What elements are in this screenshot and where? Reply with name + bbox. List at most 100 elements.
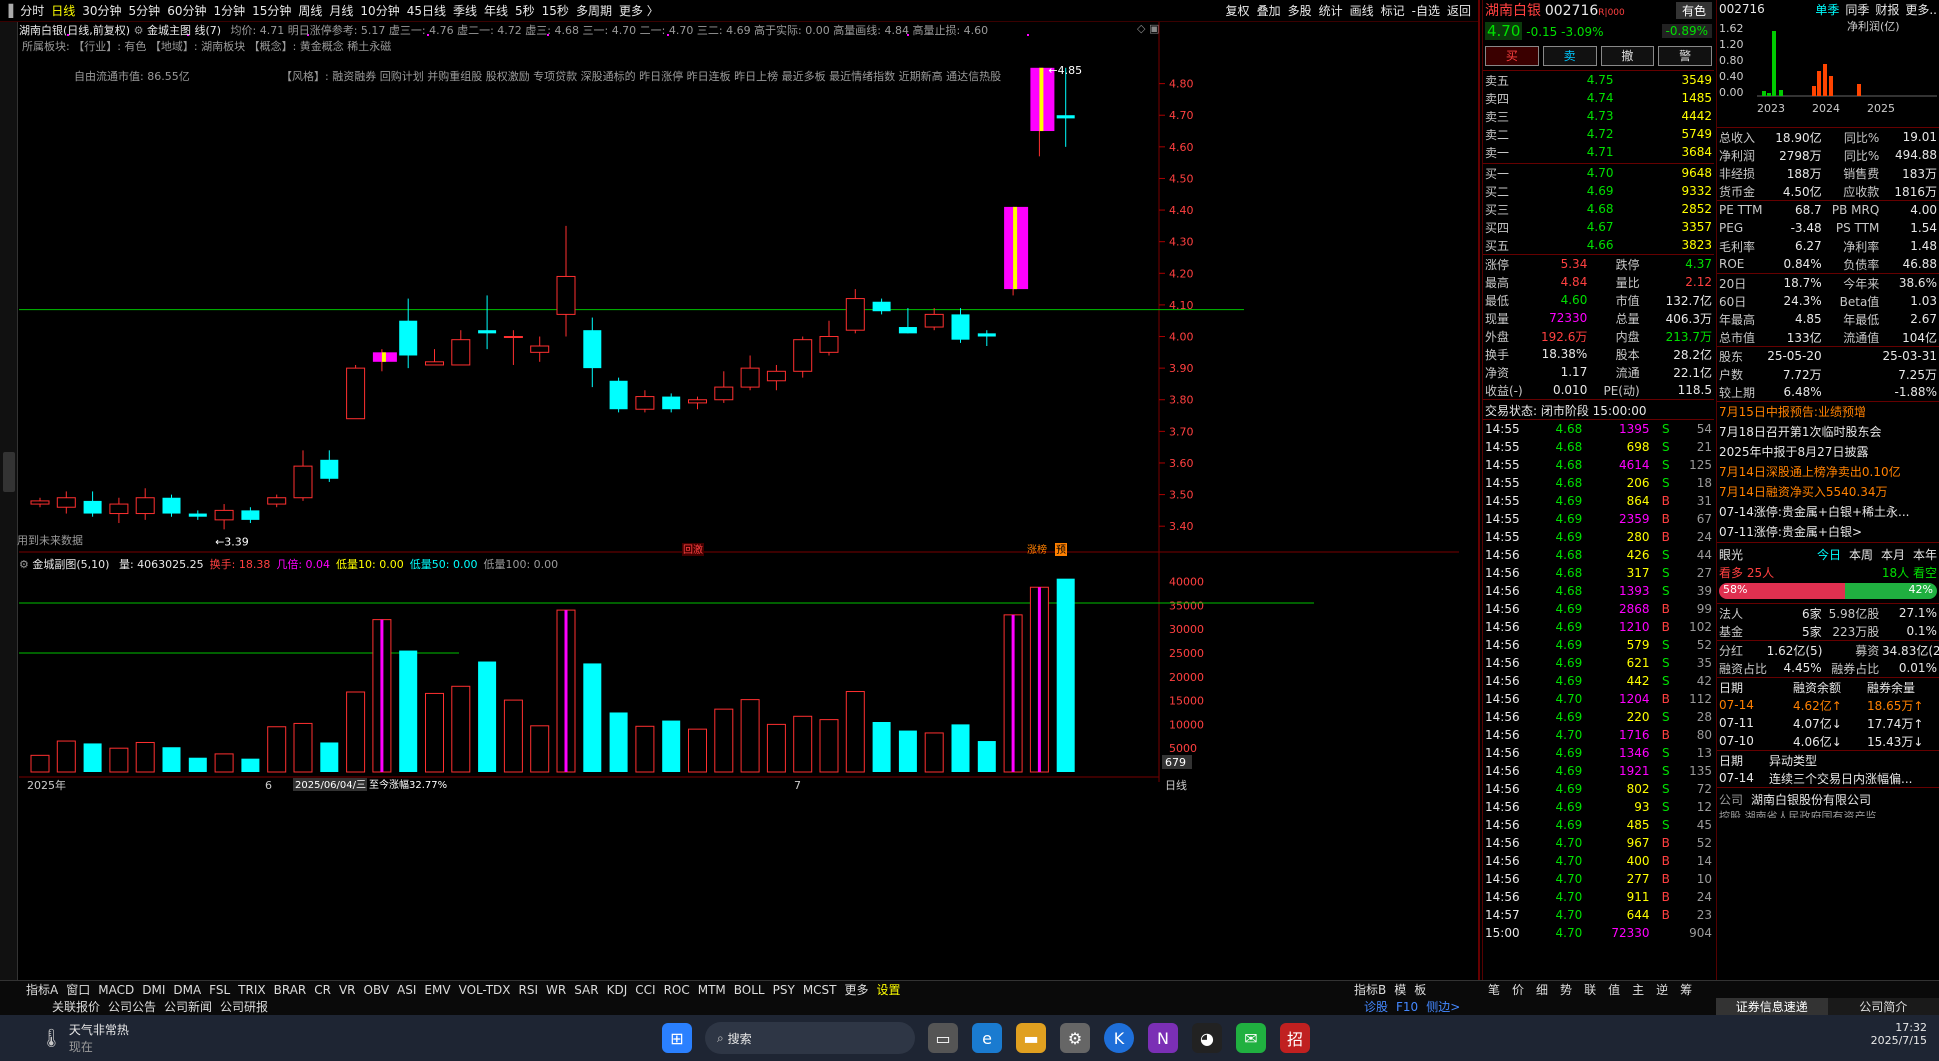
- news-item[interactable]: 7月14日融资净买入5540.34万: [1717, 482, 1939, 502]
- period-tab[interactable]: 月线: [329, 2, 353, 19]
- bottom-right-tab[interactable]: F10: [1392, 1000, 1422, 1014]
- news-item[interactable]: 07-11涨停:贵金属+白银>: [1717, 522, 1939, 542]
- indicator-tab[interactable]: RSI: [515, 983, 543, 997]
- top-menu-item[interactable]: 叠加: [1257, 2, 1281, 19]
- search-box[interactable]: ⌕ 搜索: [705, 1022, 915, 1054]
- settings-icon[interactable]: ⚙: [1060, 1023, 1090, 1053]
- indicator-tab[interactable]: BOLL: [730, 983, 769, 997]
- indicator-tab[interactable]: SAR: [570, 983, 602, 997]
- eye-tab[interactable]: 本年: [1913, 546, 1937, 563]
- trade-button[interactable]: 买: [1485, 46, 1539, 66]
- period-tab[interactable]: 15分钟: [252, 2, 291, 19]
- trade-button[interactable]: 卖: [1542, 46, 1597, 66]
- indicator-tab[interactable]: MACD: [94, 983, 138, 997]
- folder-icon[interactable]: ▬: [1016, 1023, 1046, 1053]
- period-tab[interactable]: 分时: [20, 2, 44, 19]
- indicator-tab[interactable]: DMA: [169, 983, 205, 997]
- sector-badge[interactable]: 有色: [1675, 1, 1712, 19]
- news-item[interactable]: 7月18日召开第1次临时股东会: [1717, 422, 1939, 442]
- side-tab[interactable]: 证券信息速递: [1716, 998, 1828, 1015]
- news-item[interactable]: 7月15日中报预告:业绩预增: [1717, 402, 1939, 422]
- bottom-tab[interactable]: 关联报价: [48, 998, 104, 1015]
- eye-tab[interactable]: 本月: [1881, 546, 1905, 563]
- indicator-tab[interactable]: 设置: [873, 981, 905, 998]
- indicator-tab[interactable]: OBV: [360, 983, 394, 997]
- wechat-icon[interactable]: ✉: [1236, 1023, 1266, 1053]
- k-app-icon[interactable]: K: [1104, 1023, 1134, 1053]
- indicator-tab[interactable]: CCI: [631, 983, 659, 997]
- side-tab[interactable]: 筹: [1674, 981, 1698, 998]
- period-tab[interactable]: 30分钟: [82, 2, 121, 19]
- task-view-icon[interactable]: ▭: [928, 1023, 958, 1053]
- period-tab[interactable]: 年线: [484, 2, 508, 19]
- top-menu-item[interactable]: 统计: [1319, 2, 1343, 19]
- indicator-tab[interactable]: 窗口: [62, 981, 94, 998]
- side-tab[interactable]: 公司简介: [1828, 998, 1939, 1015]
- diamond-icon[interactable]: ◇ ▣: [1137, 22, 1159, 35]
- indicator-tab[interactable]: WR: [542, 983, 570, 997]
- period-tab[interactable]: 季线: [453, 2, 477, 19]
- period-tab[interactable]: 5秒: [515, 2, 535, 19]
- top-menu-item[interactable]: 返回: [1447, 2, 1471, 19]
- side-tab[interactable]: 值: [1602, 981, 1626, 998]
- side-tab[interactable]: 联: [1578, 981, 1602, 998]
- side-tab[interactable]: 细: [1530, 981, 1554, 998]
- period-tab[interactable]: 日线: [51, 2, 75, 19]
- qq-icon[interactable]: ◕: [1192, 1023, 1222, 1053]
- rp2-tab[interactable]: 更多..: [1905, 1, 1937, 18]
- collapse-handle[interactable]: [3, 452, 15, 492]
- indicator-tab[interactable]: MCST: [799, 983, 841, 997]
- indicator-tab[interactable]: 指标A: [22, 981, 62, 998]
- period-tab[interactable]: 1分钟: [213, 2, 245, 19]
- indicator-tab[interactable]: EMV: [420, 983, 454, 997]
- kline-chart[interactable]: 4.804.704.604.504.404.304.204.104.003.90…: [19, 22, 1459, 982]
- news-item[interactable]: 07-14涨停:贵金属+白银+稀土永...: [1717, 502, 1939, 522]
- onenote-icon[interactable]: N: [1148, 1023, 1178, 1053]
- bottom-tab[interactable]: 公司公告: [104, 998, 160, 1015]
- indicator-tab[interactable]: PSY: [769, 983, 799, 997]
- start-icon[interactable]: ⊞: [662, 1023, 692, 1053]
- indicator-tab[interactable]: VR: [335, 983, 360, 997]
- bottom-right-tab[interactable]: 指标B: [1350, 981, 1390, 998]
- period-tab[interactable]: 45日线: [407, 2, 446, 19]
- rp2-tab[interactable]: 财报: [1875, 1, 1899, 18]
- eye-tab[interactable]: 今日: [1817, 546, 1841, 563]
- left-scroll-strip[interactable]: [0, 22, 18, 982]
- broker-app-icon[interactable]: 招: [1280, 1023, 1310, 1053]
- bottom-tab[interactable]: 公司新闻: [160, 998, 216, 1015]
- rp2-tab[interactable]: 同季: [1845, 1, 1869, 18]
- period-tab[interactable]: 10分钟: [360, 2, 399, 19]
- sub-title[interactable]: 金城副图(5,10): [32, 558, 109, 571]
- period-tab[interactable]: 周线: [298, 2, 322, 19]
- indicator-tab[interactable]: FSL: [205, 983, 234, 997]
- indicator-tab[interactable]: TRIX: [234, 983, 269, 997]
- period-tab[interactable]: 15秒: [542, 2, 569, 19]
- gear-icon[interactable]: ⚙: [134, 24, 147, 37]
- chart-area[interactable]: 4.80 4.70 4.60 4.50 4.40 4.30 4.20 4.10 4.00 3.90…: [17, 22, 1459, 982]
- news-item[interactable]: 7月14日深股通上榜净卖出0.10亿: [1717, 462, 1939, 482]
- bottom-tab[interactable]: 公司研报: [216, 998, 272, 1015]
- indicator-main[interactable]: 金城主图 线(7): [147, 24, 221, 37]
- top-menu-item[interactable]: 标记: [1381, 2, 1405, 19]
- trade-button[interactable]: 撤: [1600, 46, 1655, 66]
- bottom-right-tab[interactable]: 诊股: [1360, 998, 1392, 1015]
- indicator-tab[interactable]: CR: [310, 983, 335, 997]
- top-menu-item[interactable]: 多股: [1288, 2, 1312, 19]
- period-tab[interactable]: 多周期: [576, 2, 612, 19]
- indicator-tab[interactable]: KDJ: [603, 983, 632, 997]
- indicator-tab[interactable]: MTM: [694, 983, 730, 997]
- indicator-tab[interactable]: ROC: [660, 983, 694, 997]
- top-menu-item[interactable]: 复权: [1226, 2, 1250, 19]
- period-tab[interactable]: 5分钟: [129, 2, 161, 19]
- edge-icon[interactable]: e: [972, 1023, 1002, 1053]
- trade-button[interactable]: 警: [1658, 46, 1712, 66]
- gear-icon[interactable]: ⚙: [19, 558, 29, 571]
- indicator-tab[interactable]: ASI: [393, 983, 420, 997]
- news-item[interactable]: 2025年中报于8月27日披露: [1717, 442, 1939, 462]
- side-tab[interactable]: 逆: [1650, 981, 1674, 998]
- rp2-tab[interactable]: 单季: [1815, 1, 1839, 18]
- side-tab[interactable]: 势: [1554, 981, 1578, 998]
- indicator-tab[interactable]: BRAR: [270, 983, 311, 997]
- side-tab[interactable]: 价: [1506, 981, 1530, 998]
- indicator-tab[interactable]: VOL-TDX: [455, 983, 515, 997]
